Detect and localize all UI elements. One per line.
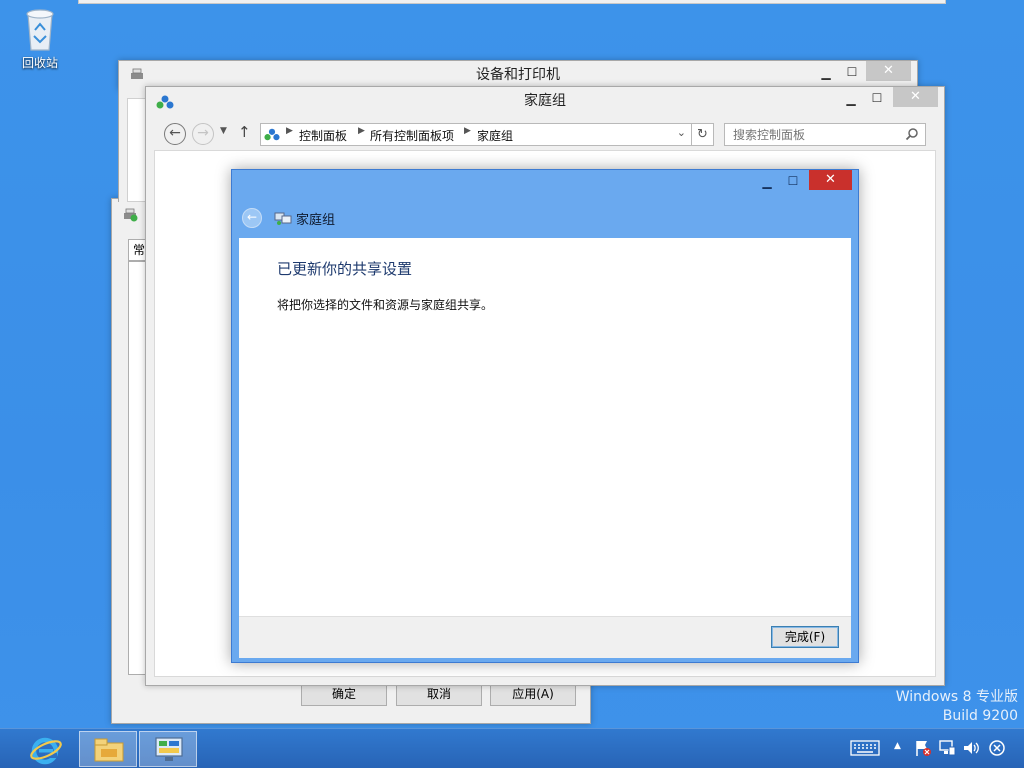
search-icon[interactable] [905, 127, 919, 141]
network-icon[interactable] [938, 739, 956, 759]
minimize-button[interactable]: ▁ [813, 63, 839, 83]
refresh-button[interactable]: ↻ [692, 123, 714, 146]
maximize-button[interactable]: ☐ [839, 62, 865, 82]
apply-button[interactable]: 应用(A) [490, 683, 576, 706]
action-center-icon[interactable] [914, 739, 932, 759]
breadcrumb-homegroup[interactable]: 家庭组 [477, 127, 513, 144]
close-notification-icon[interactable] [988, 739, 1006, 759]
window-title: 家庭组 [524, 93, 566, 109]
breadcrumb-control-panel[interactable]: 控制面板 [299, 127, 347, 144]
taskbar: ▲ [0, 728, 1024, 768]
close-button[interactable]: ✕ [893, 87, 938, 107]
navigation-bar: ← → ▼ ↑ ▶ 控制面板 ▶ 所有控制面板项 ▶ 家庭组 ⌄ ↻ [154, 119, 936, 149]
printer-icon [124, 208, 138, 222]
maximize-button[interactable]: ☐ [780, 171, 806, 191]
address-bar[interactable]: ▶ 控制面板 ▶ 所有控制面板项 ▶ 家庭组 ⌄ [260, 123, 692, 146]
cancel-button[interactable]: 取消 [396, 683, 482, 706]
up-button[interactable]: ↑ [238, 123, 251, 141]
window-title: 设备和打印机 [476, 67, 560, 83]
dialog-title: 家庭组 [296, 213, 336, 228]
back-button[interactable]: ← [164, 123, 186, 145]
windows-version-watermark: Windows 8 专业版 [895, 689, 1018, 705]
close-button[interactable]: ✕ [866, 61, 911, 81]
homegroup-network-icon [274, 212, 292, 225]
taskbar-internet-explorer[interactable] [16, 731, 74, 767]
breadcrumb-separator[interactable]: ▶ [464, 126, 471, 136]
minimize-button[interactable]: ▁ [754, 172, 780, 192]
file-explorer-icon [94, 738, 124, 762]
internet-explorer-icon [30, 737, 62, 765]
volume-icon[interactable] [962, 739, 980, 759]
taskbar-control-panel[interactable] [139, 731, 197, 767]
breadcrumb-separator[interactable]: ▶ [286, 126, 293, 136]
finish-button[interactable]: 完成(F) [771, 626, 839, 648]
homegroup-wizard-dialog[interactable]: ▁ ☐ ✕ ← 家庭组 已更新你的共享设置 将把你选择的文件和资源与家庭组共享。… [231, 169, 859, 663]
forward-button[interactable]: → [192, 123, 214, 145]
back-button[interactable]: ← [242, 208, 262, 228]
breadcrumb-separator[interactable]: ▶ [358, 126, 365, 136]
search-input[interactable] [725, 124, 901, 145]
ok-button[interactable]: 确定 [301, 683, 387, 706]
show-hidden-icons-button[interactable]: ▲ [894, 741, 901, 761]
breadcrumb-all-items[interactable]: 所有控制面板项 [370, 127, 454, 144]
devices-window-body [118, 90, 149, 202]
minimize-button[interactable]: ▁ [838, 89, 864, 109]
maximize-button[interactable]: ☐ [864, 88, 890, 108]
control-panel-icon [155, 737, 183, 761]
chevron-down-icon[interactable]: ⌄ [677, 126, 686, 139]
keyboard-icon [850, 740, 880, 756]
dialog-body: 已更新你的共享设置 将把你选择的文件和资源与家庭组共享。 [239, 238, 851, 616]
recycle-bin-icon [26, 9, 54, 51]
touch-keyboard-button[interactable] [850, 740, 880, 760]
windows-build-watermark: Build 9200 [942, 708, 1018, 724]
dialog-description: 将把你选择的文件和资源与家庭组共享。 [277, 298, 494, 312]
recycle-bin[interactable]: 回收站 [10, 6, 70, 76]
offscreen-window-edge [78, 0, 946, 4]
taskbar-file-explorer[interactable] [79, 731, 137, 767]
search-box[interactable] [724, 123, 926, 146]
close-button[interactable]: ✕ [809, 170, 852, 190]
homegroup-icon [264, 128, 280, 141]
dialog-footer: 完成(F) [239, 616, 851, 658]
dialog-heading: 已更新你的共享设置 [277, 260, 413, 278]
recent-pages-dropdown[interactable]: ▼ [220, 126, 227, 136]
recycle-bin-label: 回收站 [21, 56, 58, 70]
